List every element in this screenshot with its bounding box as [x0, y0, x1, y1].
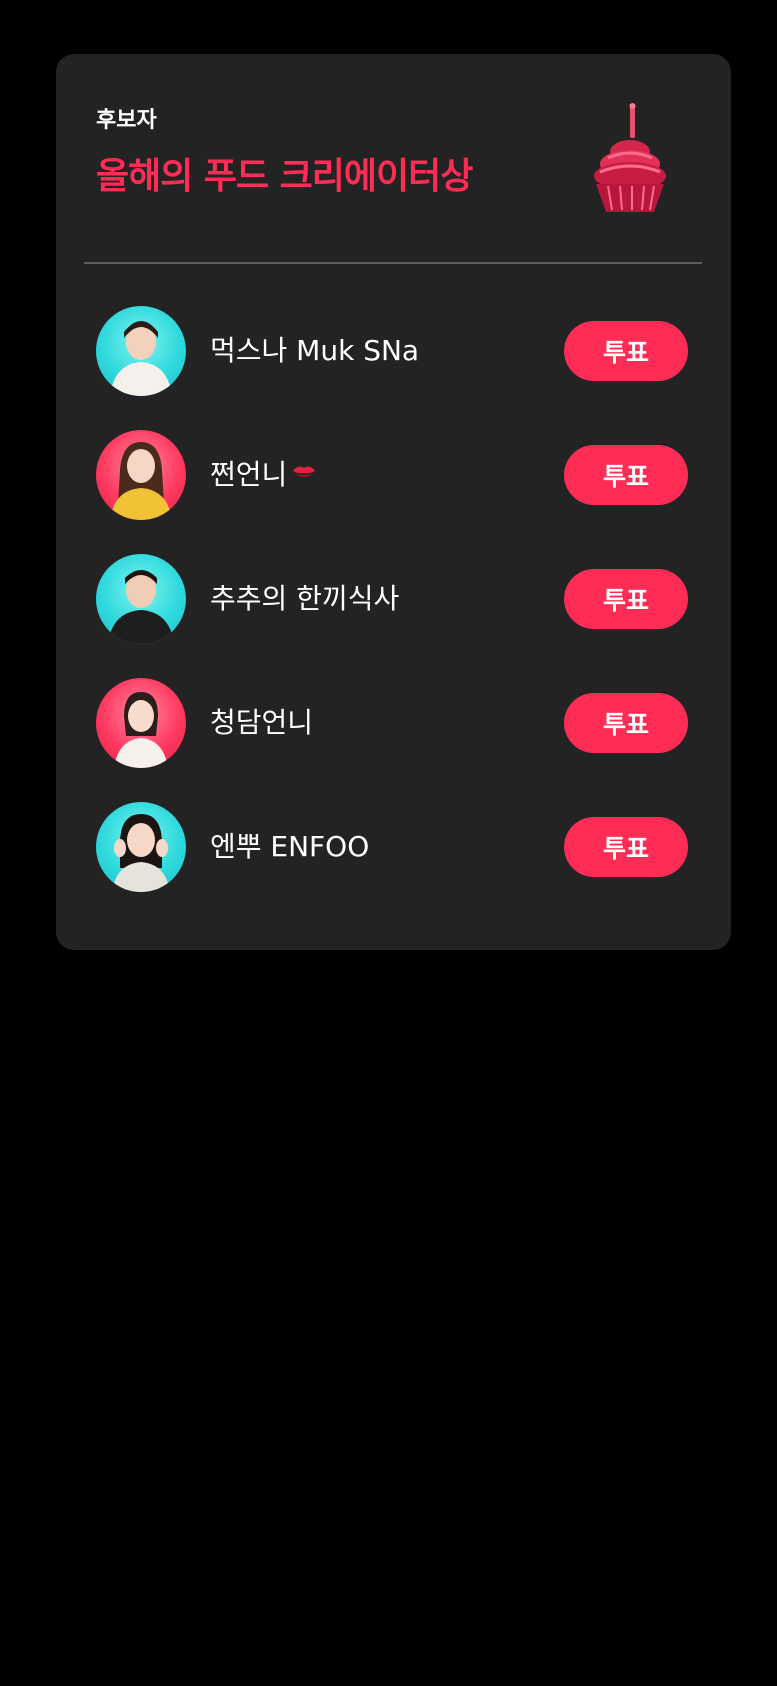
cupcake-trophy-icon	[586, 100, 674, 216]
vote-button[interactable]: 투표	[564, 569, 688, 629]
list-item: 추추의 한끼식사 투표	[56, 554, 731, 644]
divider	[84, 262, 702, 264]
nominee-name: 먹스나 Muk SNa	[210, 334, 420, 367]
avatar	[96, 430, 186, 520]
award-title: 올해의 푸드 크리에이터상	[96, 156, 473, 197]
list-item: 청담언니 투표	[56, 678, 731, 768]
nominee-name: 추추의 한끼식사	[210, 582, 400, 615]
card-header: 후보자 올해의 푸드 크리에이터상	[96, 106, 516, 200]
vote-button[interactable]: 투표	[564, 817, 688, 877]
list-item: 쩐언니 투표	[56, 430, 731, 520]
lips-icon	[291, 428, 317, 518]
list-item: 먹스나 Muk SNa 투표	[56, 306, 731, 396]
vote-button[interactable]: 투표	[564, 693, 688, 753]
nominee-name: 엔뿌 ENFOO	[210, 830, 370, 863]
avatar	[96, 554, 186, 644]
nominee-card: 후보자 올해의 푸드 크리에이터상 먹스나 Muk SNa 투표 쩐언니 투표 …	[56, 54, 731, 950]
eyebrow-label: 후보자	[96, 108, 157, 133]
nominee-name: 청담언니	[210, 706, 314, 739]
avatar	[96, 678, 186, 768]
avatar	[96, 802, 186, 892]
nominee-list: 먹스나 Muk SNa 투표 쩐언니 투표 추추의 한끼식사 투표 청담언니 투…	[56, 306, 731, 926]
avatar	[96, 306, 186, 396]
nominee-name: 쩐언니	[210, 430, 317, 520]
vote-button[interactable]: 투표	[564, 321, 688, 381]
vote-button[interactable]: 투표	[564, 445, 688, 505]
list-item: 엔뿌 ENFOO 투표	[56, 802, 731, 892]
